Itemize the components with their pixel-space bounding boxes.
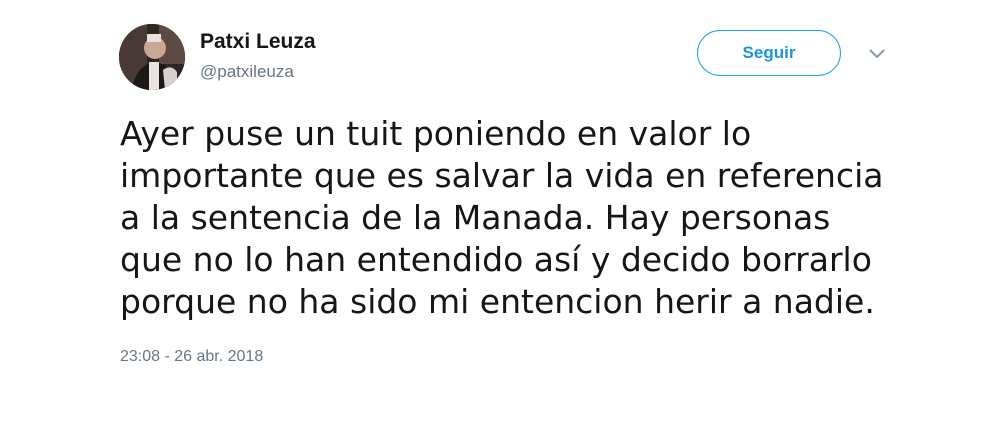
tweet-text-line: importante que es salvar la vida en refe… xyxy=(120,156,884,195)
tweet-text: Ayer puse un tuit poniendo en valor lo i… xyxy=(120,113,910,323)
tweet-timestamp[interactable]: 23:08 - 26 abr. 2018 xyxy=(120,348,263,366)
user-avatar-photo xyxy=(119,24,185,90)
tweet-text-line: a la sentencia de la Manada. Hay persona… xyxy=(120,198,831,237)
tweet-text-line: porque no ha sido mi entencion herir a n… xyxy=(120,282,875,321)
author-handle[interactable]: @patxileuza xyxy=(200,62,294,82)
follow-button-label: Seguir xyxy=(742,43,796,62)
tweet-text-line: Ayer puse un tuit poniendo en valor lo xyxy=(120,114,752,153)
tweet-text-line: que no lo han entendido así y decido bor… xyxy=(120,240,872,279)
avatar[interactable] xyxy=(119,24,185,90)
follow-button[interactable]: Seguir xyxy=(697,30,841,76)
more-options-button[interactable] xyxy=(866,44,888,64)
author-name[interactable]: Patxi Leuza xyxy=(200,30,316,54)
chevron-down-icon xyxy=(869,49,885,58)
